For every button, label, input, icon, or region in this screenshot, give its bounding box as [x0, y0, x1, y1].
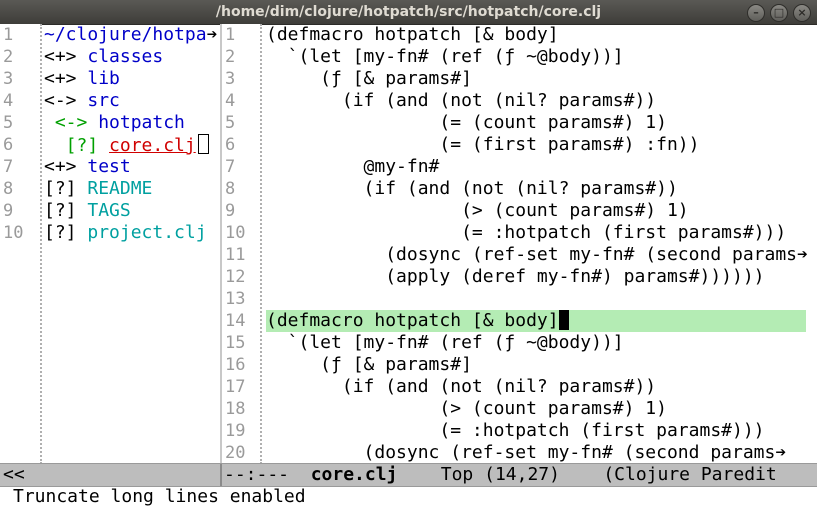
close-button[interactable]: ×: [793, 4, 811, 22]
cursor-position: Top (14,27): [397, 464, 604, 485]
line-number: 9: [3, 201, 14, 221]
line-number: 13: [225, 289, 246, 309]
code-line: (= (first params#) :fn)): [266, 134, 700, 155]
line-number: 8: [3, 179, 14, 199]
line-number: 10: [225, 223, 246, 243]
line-number: 19: [225, 421, 246, 441]
line-number: 2: [3, 47, 14, 67]
line-number: 4: [3, 91, 14, 111]
mode-line-left[interactable]: <<: [3, 464, 25, 486]
tree-item-lib[interactable]: <+> lib: [44, 68, 120, 90]
line-number: 3: [225, 69, 236, 89]
line-number: 5: [3, 113, 14, 133]
minimize-button[interactable]: –: [747, 4, 765, 22]
tree-item-core-clj[interactable]: [?] core.clj: [44, 134, 209, 156]
text-cursor: [558, 310, 569, 330]
line-number: 5: [225, 113, 236, 133]
tree-item-project-clj[interactable]: [?] project.clj: [44, 222, 207, 244]
line-number: 4: [225, 91, 236, 111]
window-title: /home/dim/clojure/hotpatch/src/hotpatch/…: [215, 4, 602, 20]
line-number: 20: [225, 443, 246, 463]
tree-line-numbers: 1 2 3 4 5 6 7 8 9 10: [0, 24, 40, 464]
code-line: @my-fn#: [266, 156, 440, 177]
code-line: (defmacro hotpatch [& body]: [266, 24, 559, 45]
window-titlebar[interactable]: /home/dim/clojure/hotpatch/src/hotpatch/…: [0, 0, 817, 25]
buffer-status: --:---: [224, 464, 311, 485]
line-number: 18: [225, 399, 246, 419]
code-line-number-divider: [260, 24, 262, 464]
code-line: (ƒ [& params#]: [266, 354, 472, 375]
code-line: (dosync (ref-set my-fn# (second params➔: [266, 244, 808, 265]
mode-line-right[interactable]: --:--- core.clj Top (14,27) (Clojure Par…: [224, 464, 777, 486]
line-number: 16: [225, 355, 246, 375]
file-tree[interactable]: ~/clojure/hotpa➔ <+> classes <+> lib <->…: [44, 24, 218, 464]
tree-item-tags[interactable]: [?] TAGS: [44, 200, 131, 222]
line-number: 17: [225, 377, 246, 397]
line-number: 14: [225, 311, 246, 331]
echo-area: Truncate long lines enabled: [13, 486, 306, 507]
code-line: (= :hotpatch (first params#))): [266, 222, 787, 243]
mode-line-split: [220, 464, 222, 486]
code-editor[interactable]: 1 2 3 4 5 6 7 8 9 10 11 12 13 14 15 16 1…: [222, 24, 817, 464]
tree-item-src[interactable]: <-> src: [44, 90, 120, 112]
line-number: 11: [225, 245, 246, 265]
truncation-arrow-icon: ➔: [775, 442, 787, 463]
truncation-arrow-icon: ➔: [797, 244, 808, 265]
line-number: 10: [3, 223, 24, 243]
line-number: 15: [225, 333, 246, 353]
line-number: 6: [225, 135, 236, 155]
line-number: 1: [3, 25, 14, 45]
line-number: 6: [3, 135, 14, 155]
line-number: 3: [3, 69, 14, 89]
line-number: 8: [225, 179, 236, 199]
code-line: (> (count params#) 1): [266, 398, 667, 419]
code-line: `(let [my-fn# (ref (ƒ ~@body))]: [266, 46, 624, 67]
tree-item-classes[interactable]: <+> classes: [44, 46, 163, 68]
code-line: (= :hotpatch (first params#))): [266, 420, 765, 441]
line-number: 12: [225, 267, 246, 287]
code-line: (if (and (not (nil? params#)): [266, 376, 657, 397]
line-number: 7: [3, 157, 14, 177]
tree-item-hotpatch[interactable]: <-> hotpatch: [44, 112, 185, 134]
tree-item-readme[interactable]: [?] README: [44, 178, 152, 200]
line-number: 7: [225, 157, 236, 177]
code-line: (ƒ [& params#]: [266, 68, 472, 89]
tree-root-path[interactable]: ~/clojure/hotpa➔: [44, 24, 217, 46]
maximize-button[interactable]: □: [770, 4, 788, 22]
major-mode[interactable]: (Clojure Paredit: [603, 464, 776, 485]
code-line: (if (and (not (nil? params#)): [266, 90, 657, 111]
buffer-name: core.clj: [310, 464, 398, 485]
code-line: (apply (deref my-fn#) params#)))))): [266, 266, 765, 287]
code-line: (= (count params#) 1): [266, 112, 667, 133]
cursor-box: [197, 134, 209, 154]
code-line: `(let [my-fn# (ref (ƒ ~@body))]: [266, 332, 624, 353]
code-line: (> (count params#) 1): [266, 200, 689, 221]
line-number-divider: [40, 24, 42, 464]
line-number: 9: [225, 201, 236, 221]
mode-line[interactable]: << --:--- core.clj Top (14,27) (Clojure …: [0, 463, 817, 487]
code-line: (if (and (not (nil? params#)): [266, 178, 678, 199]
code-line: (dosync (ref-set my-fn# (second params➔: [266, 442, 787, 463]
line-number: 2: [225, 47, 236, 67]
code-line-numbers: 1 2 3 4 5 6 7 8 9 10 11 12 13 14 15 16 1…: [222, 24, 262, 464]
tree-item-test[interactable]: <+> test: [44, 156, 131, 178]
truncation-arrow-icon: ➔: [206, 24, 218, 45]
code-line-current: (defmacro hotpatch [& body]: [266, 310, 569, 332]
line-number: 1: [225, 25, 236, 45]
